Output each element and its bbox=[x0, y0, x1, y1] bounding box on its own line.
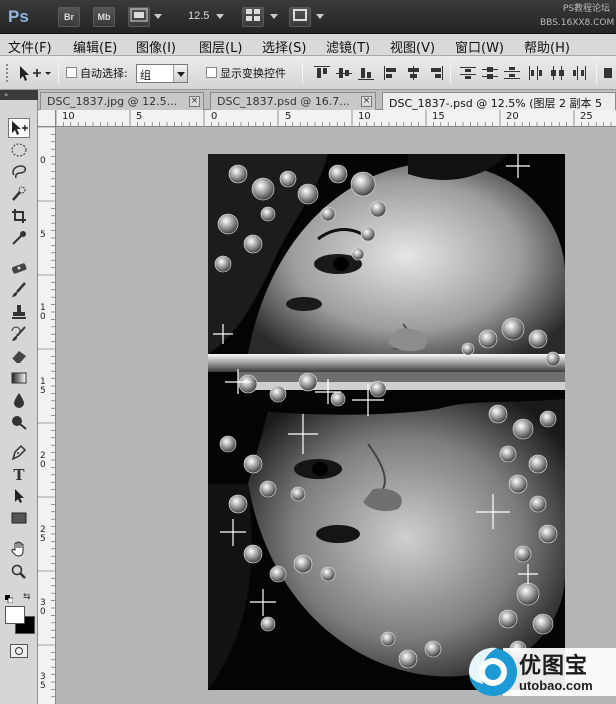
healing-icon[interactable] bbox=[8, 260, 30, 280]
distribute-left-icon[interactable] bbox=[528, 66, 544, 80]
tools-panel: » T ⇆ bbox=[0, 90, 38, 704]
tab-document-1[interactable]: DSC_1837.jpg @ 12.5... × bbox=[40, 92, 204, 110]
application-bar: Ps Br Mb 12.5 PS教程论坛 BBS.16XX8.COM bbox=[0, 0, 616, 34]
document-canvas[interactable] bbox=[208, 154, 565, 690]
forum-watermark: PS教程论坛 BBS.16XX8.COM bbox=[540, 4, 615, 28]
default-colors-icon[interactable] bbox=[5, 592, 14, 604]
view-extras-button[interactable] bbox=[128, 7, 150, 27]
show-transform-label: 显示变换控件 bbox=[220, 67, 286, 80]
chevron-down-icon[interactable] bbox=[216, 14, 224, 19]
grid-icon bbox=[246, 9, 260, 21]
mini-bridge-button[interactable]: Mb bbox=[93, 7, 115, 27]
site-watermark-logo: 优图宝 utobao.com bbox=[463, 636, 616, 704]
align-vcenter-icon[interactable] bbox=[336, 66, 352, 80]
align-hcenter-icon[interactable] bbox=[406, 66, 422, 80]
distribute-bottom-icon[interactable] bbox=[504, 66, 520, 80]
path-select-icon[interactable] bbox=[8, 488, 30, 508]
move-tool-icon bbox=[20, 66, 51, 81]
auto-align-icon[interactable] bbox=[604, 66, 614, 80]
separator bbox=[596, 62, 597, 84]
zoom-icon[interactable] bbox=[8, 564, 30, 584]
logo-url: utobao.com bbox=[519, 678, 593, 693]
show-transform-checkbox[interactable] bbox=[206, 67, 217, 78]
menu-bar: 文件(F) 编辑(E) 图像(I) 图层(L) 选择(S) 滤镜(T) 视图(V… bbox=[0, 34, 616, 56]
options-bar: 自动选择: 组 显示变换控件 bbox=[0, 56, 616, 90]
gradient-icon[interactable] bbox=[8, 370, 30, 390]
chevron-down-icon[interactable] bbox=[270, 14, 278, 19]
distribute-hcenter-icon[interactable] bbox=[550, 66, 566, 80]
ruler-ticks bbox=[38, 127, 55, 698]
menu-layer[interactable]: 图层(L) bbox=[199, 37, 242, 56]
separator bbox=[302, 62, 303, 84]
screen-mode-button[interactable] bbox=[289, 7, 311, 27]
pen-icon[interactable] bbox=[8, 444, 30, 464]
shape-icon[interactable] bbox=[8, 510, 30, 530]
photoshop-logo: Ps bbox=[8, 7, 29, 26]
tools-panel-header[interactable]: » bbox=[0, 90, 38, 100]
move-icon[interactable] bbox=[8, 118, 30, 138]
bridge-button[interactable]: Br bbox=[58, 7, 80, 27]
auto-select-checkbox[interactable] bbox=[66, 67, 77, 78]
dodge-icon[interactable] bbox=[8, 414, 30, 434]
screen-mode-icon bbox=[293, 9, 307, 21]
distribute-vcenter-icon[interactable] bbox=[482, 66, 498, 80]
menu-image[interactable]: 图像(I) bbox=[136, 37, 176, 56]
close-icon[interactable]: × bbox=[361, 96, 372, 107]
chevron-down-icon[interactable] bbox=[154, 14, 162, 19]
lasso-icon[interactable] bbox=[8, 164, 30, 184]
menu-filter[interactable]: 滤镜(T) bbox=[326, 37, 370, 56]
blur-icon[interactable] bbox=[8, 392, 30, 412]
history-brush-icon[interactable] bbox=[8, 326, 30, 346]
marquee-icon[interactable] bbox=[8, 142, 30, 162]
photoshop-window: Ps Br Mb 12.5 PS教程论坛 BBS.16XX8.COM 文件(F)… bbox=[0, 0, 616, 704]
menu-file[interactable]: 文件(F) bbox=[8, 37, 52, 56]
foreground-color-swatch[interactable] bbox=[5, 606, 25, 624]
menu-view[interactable]: 视图(V) bbox=[390, 37, 435, 56]
document-tabs: DSC_1837.jpg @ 12.5... × DSC_1837.psd @ … bbox=[38, 90, 616, 110]
logo-name: 优图宝 bbox=[519, 654, 589, 679]
quick-select-icon[interactable] bbox=[8, 186, 30, 206]
zoom-level[interactable]: 12.5 bbox=[188, 10, 209, 22]
menu-help[interactable]: 帮助(H) bbox=[524, 37, 570, 56]
eraser-icon[interactable] bbox=[8, 348, 30, 368]
crop-icon[interactable] bbox=[8, 208, 30, 228]
swap-colors-icon[interactable]: ⇆ bbox=[23, 592, 33, 602]
portrait-artwork bbox=[208, 154, 565, 690]
align-bottom-icon[interactable] bbox=[358, 66, 374, 80]
menu-select[interactable]: 选择(S) bbox=[262, 37, 306, 56]
tab-document-3[interactable]: DSC_1837-.psd @ 12.5% (图层 2 副本 5 bbox=[382, 92, 616, 110]
eyedropper-icon[interactable] bbox=[8, 230, 30, 250]
horizontal-ruler[interactable]: 10 5 0 5 10 15 20 25 bbox=[56, 110, 616, 127]
tab-document-2[interactable]: DSC_1837.psd @ 16.7... × bbox=[210, 92, 376, 110]
quick-mask-icon[interactable] bbox=[10, 644, 28, 658]
arrange-documents-button[interactable] bbox=[242, 7, 264, 27]
chevron-down-icon[interactable] bbox=[316, 14, 324, 19]
distribute-right-icon[interactable] bbox=[572, 66, 588, 80]
ruler-origin[interactable] bbox=[38, 110, 56, 127]
align-left-icon[interactable] bbox=[384, 66, 400, 80]
stamp-icon[interactable] bbox=[8, 304, 30, 324]
distribute-top-icon[interactable] bbox=[460, 66, 476, 80]
menu-window[interactable]: 窗口(W) bbox=[455, 37, 504, 56]
brush-icon[interactable] bbox=[8, 282, 30, 302]
close-icon[interactable]: × bbox=[189, 96, 200, 107]
auto-select-dropdown[interactable]: 组 bbox=[136, 64, 188, 83]
type-icon[interactable]: T bbox=[8, 466, 30, 486]
film-icon bbox=[130, 8, 148, 22]
chevron-down-icon bbox=[173, 65, 187, 82]
auto-select-label: 自动选择: bbox=[80, 67, 128, 80]
hand-icon[interactable] bbox=[8, 540, 30, 560]
tool-preset-picker[interactable] bbox=[16, 63, 52, 83]
collapse-icon[interactable]: » bbox=[4, 91, 8, 99]
align-top-icon[interactable] bbox=[314, 66, 330, 80]
grip-handle[interactable] bbox=[6, 64, 8, 82]
separator bbox=[450, 62, 451, 84]
menu-edit[interactable]: 编辑(E) bbox=[73, 37, 117, 56]
vertical-ruler[interactable]: 0 5 1 0 1 5 2 0 2 5 3 0 3 5 bbox=[38, 127, 56, 704]
align-right-icon[interactable] bbox=[428, 66, 444, 80]
separator bbox=[58, 62, 59, 84]
